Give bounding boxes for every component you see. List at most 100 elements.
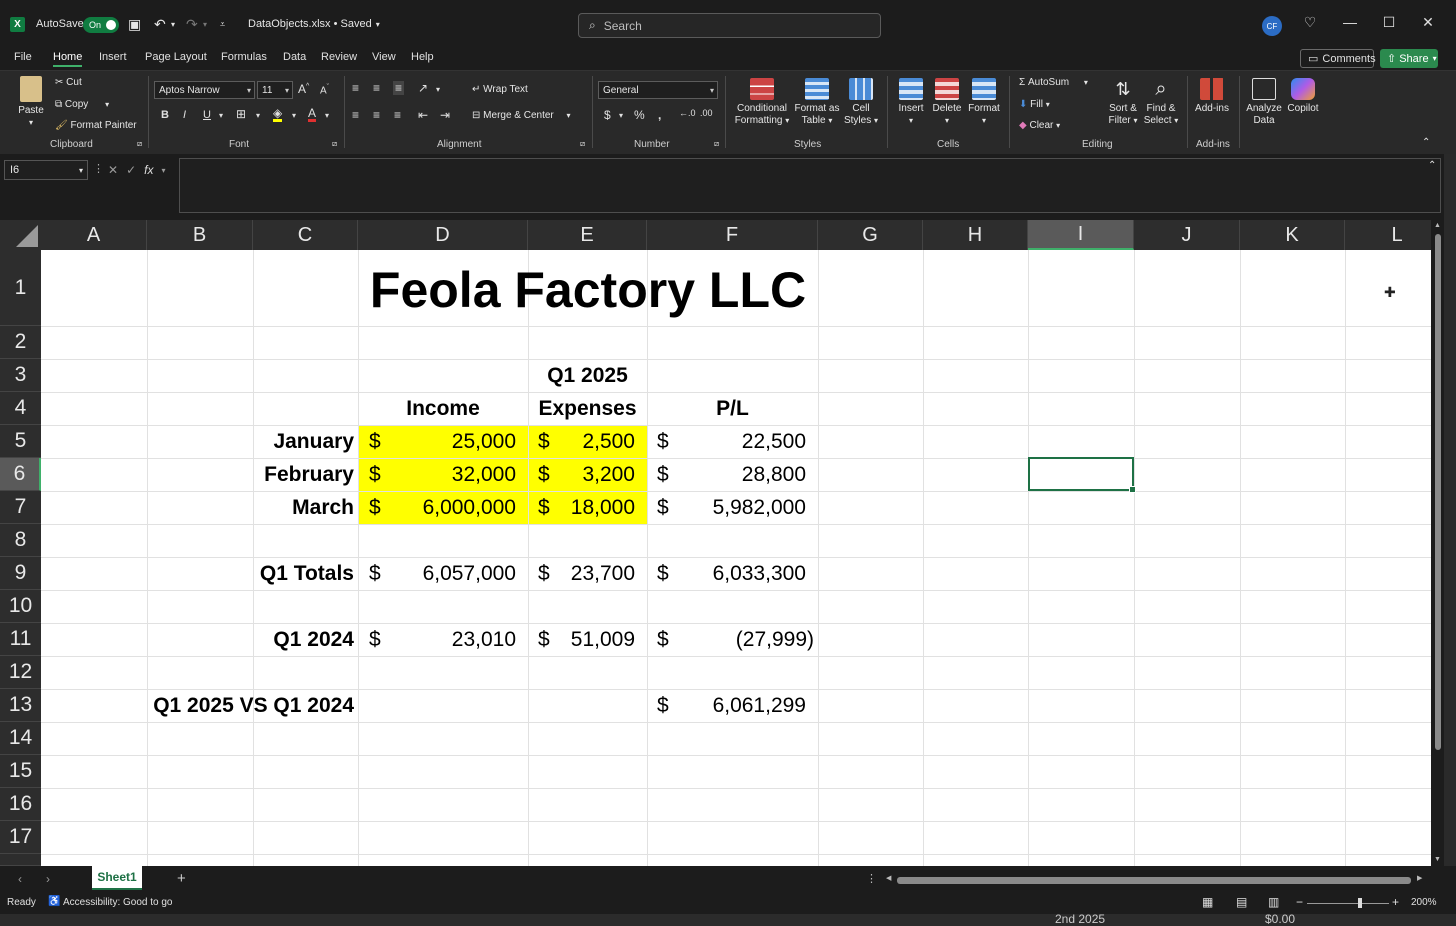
enter-icon[interactable]: ✓: [126, 163, 136, 177]
increase-decimal-icon[interactable]: ←.0: [679, 108, 696, 118]
cancel-icon[interactable]: ✕: [108, 163, 118, 177]
horizontal-scroll-thumb[interactable]: [897, 877, 1411, 884]
column-header-e[interactable]: E: [528, 220, 647, 250]
page-layout-view-icon[interactable]: ▤: [1236, 895, 1247, 909]
row-header-9[interactable]: 9: [0, 557, 41, 590]
customize-toolbar-icon[interactable]: ⩡: [220, 0, 225, 48]
increase-indent-icon[interactable]: ⇥: [440, 108, 450, 122]
dialog-launcher-icon[interactable]: ⧄: [580, 139, 585, 149]
select-all-corner[interactable]: [0, 220, 41, 250]
chevron-down-icon[interactable]: ▾: [256, 111, 260, 120]
search-box[interactable]: ⌕ Search: [578, 13, 881, 38]
zoom-out-icon[interactable]: −: [1296, 895, 1303, 909]
redo-dropdown-icon[interactable]: ▾: [203, 0, 207, 48]
delete-cells-button[interactable]: Delete ▾: [930, 78, 964, 127]
copilot-button[interactable]: Copilot: [1284, 78, 1322, 115]
row-header-13[interactable]: 13: [0, 689, 41, 722]
scroll-right-icon[interactable]: ▶: [1417, 874, 1422, 882]
row-header-8[interactable]: 8: [0, 524, 41, 557]
row-header-4[interactable]: 4: [0, 392, 41, 425]
underline-icon[interactable]: U: [203, 109, 211, 121]
row-header-7[interactable]: 7: [0, 491, 41, 524]
more-options-icon[interactable]: ⋮: [93, 162, 104, 175]
tab-review[interactable]: Review: [321, 51, 357, 63]
align-middle-icon[interactable]: ≡: [373, 81, 380, 95]
zoom-in-icon[interactable]: +: [1392, 895, 1399, 909]
conditional-formatting-button[interactable]: Conditional Formatting ▾: [731, 78, 793, 127]
share-button[interactable]: ⇧ Share ▾: [1380, 49, 1438, 68]
tab-view[interactable]: View: [372, 51, 396, 63]
accessibility-status[interactable]: Accessibility: Good to go: [63, 897, 173, 908]
column-header-h[interactable]: H: [923, 220, 1028, 250]
save-icon[interactable]: ▣: [128, 0, 141, 48]
comma-style-icon[interactable]: ,: [658, 108, 661, 122]
sheet-tab-sheet1[interactable]: Sheet1: [92, 866, 142, 890]
merge-center-button[interactable]: ⊟ Merge & Center ▾: [472, 110, 571, 121]
shrink-font-icon[interactable]: Aˇ: [320, 84, 329, 96]
autosum-button[interactable]: Σ AutoSum ▾: [1019, 77, 1088, 88]
zoom-slider-thumb[interactable]: [1358, 898, 1362, 908]
tab-help[interactable]: Help: [411, 51, 434, 63]
borders-icon[interactable]: ⊞: [236, 107, 246, 121]
align-top-icon[interactable]: ≡: [352, 81, 359, 95]
undo-icon[interactable]: ↶: [154, 0, 166, 48]
chevron-down-icon[interactable]: ▾: [161, 166, 165, 175]
row-header-3[interactable]: 3: [0, 359, 41, 392]
more-tabs-icon[interactable]: ⋮: [866, 872, 877, 885]
decrease-indent-icon[interactable]: ⇤: [418, 108, 428, 122]
tab-file[interactable]: File: [14, 51, 32, 63]
row-header-11[interactable]: 11: [0, 623, 41, 656]
align-center-icon[interactable]: ≡: [373, 108, 380, 122]
scroll-down-icon[interactable]: ▼: [1434, 856, 1441, 863]
currency-icon[interactable]: $: [604, 108, 611, 122]
column-header-j[interactable]: J: [1134, 220, 1240, 250]
cell-styles-button[interactable]: Cell Styles ▾: [842, 78, 880, 127]
font-color-icon[interactable]: A: [308, 107, 317, 122]
tab-insert[interactable]: Insert: [99, 51, 127, 63]
column-header-a[interactable]: A: [41, 220, 147, 250]
maximize-icon[interactable]: ☐: [1379, 14, 1399, 31]
page-break-view-icon[interactable]: ▥: [1268, 895, 1279, 909]
align-bottom-icon[interactable]: ≡: [393, 81, 405, 95]
format-cells-button[interactable]: Format ▾: [966, 78, 1002, 127]
lightbulb-icon[interactable]: ♡: [1300, 14, 1320, 31]
column-header-i[interactable]: I: [1028, 220, 1134, 250]
format-as-table-button[interactable]: Format as Table ▾: [794, 78, 840, 127]
tab-data[interactable]: Data: [283, 51, 306, 63]
row-header-2[interactable]: 2: [0, 326, 41, 359]
row-header-18[interactable]: [0, 854, 41, 866]
close-icon[interactable]: ✕: [1418, 14, 1438, 31]
grow-font-icon[interactable]: A^: [298, 82, 309, 96]
dialog-launcher-icon[interactable]: ⧄: [714, 139, 719, 149]
number-format-select[interactable]: General ▾: [598, 81, 718, 99]
collapse-ribbon-icon[interactable]: ⌃: [1422, 137, 1430, 148]
zoom-slider[interactable]: [1307, 903, 1389, 904]
autosave-toggle[interactable]: On: [83, 17, 119, 33]
file-name[interactable]: DataObjects.xlsx • Saved ▾: [248, 0, 380, 48]
column-header-c[interactable]: C: [253, 220, 358, 250]
align-left-icon[interactable]: ≡: [352, 108, 359, 122]
chevron-down-icon[interactable]: ▾: [325, 111, 329, 120]
copy-button[interactable]: ⧉ Copy ▾: [55, 99, 109, 110]
chevron-down-icon[interactable]: ▾: [436, 85, 440, 94]
scroll-up-icon[interactable]: ▲: [1434, 222, 1441, 229]
vertical-scroll-thumb[interactable]: [1435, 234, 1441, 750]
undo-dropdown-icon[interactable]: ▾: [171, 0, 175, 48]
column-header-d[interactable]: D: [358, 220, 528, 250]
row-header-10[interactable]: 10: [0, 590, 41, 623]
row-header-1[interactable]: 1: [0, 250, 41, 326]
format-painter-button[interactable]: 🖌 Format Painter: [55, 120, 137, 131]
sort-filter-button[interactable]: ⇅ Sort & Filter ▾: [1104, 78, 1142, 127]
italic-icon[interactable]: I: [183, 109, 186, 121]
chevron-down-icon[interactable]: ▾: [292, 111, 296, 120]
chevron-down-icon[interactable]: ▾: [619, 111, 623, 120]
column-header-g[interactable]: G: [818, 220, 923, 250]
dialog-launcher-icon[interactable]: ⧄: [332, 139, 337, 149]
chevron-down-icon[interactable]: ▾: [219, 111, 223, 120]
add-ins-button[interactable]: Add-ins: [1193, 78, 1231, 115]
zoom-level[interactable]: 200%: [1411, 897, 1437, 908]
column-header-b[interactable]: B: [147, 220, 253, 250]
row-header-16[interactable]: 16: [0, 788, 41, 821]
wrap-text-button[interactable]: ↵ Wrap Text: [472, 84, 528, 95]
prev-sheet-icon[interactable]: ‹: [18, 872, 22, 886]
